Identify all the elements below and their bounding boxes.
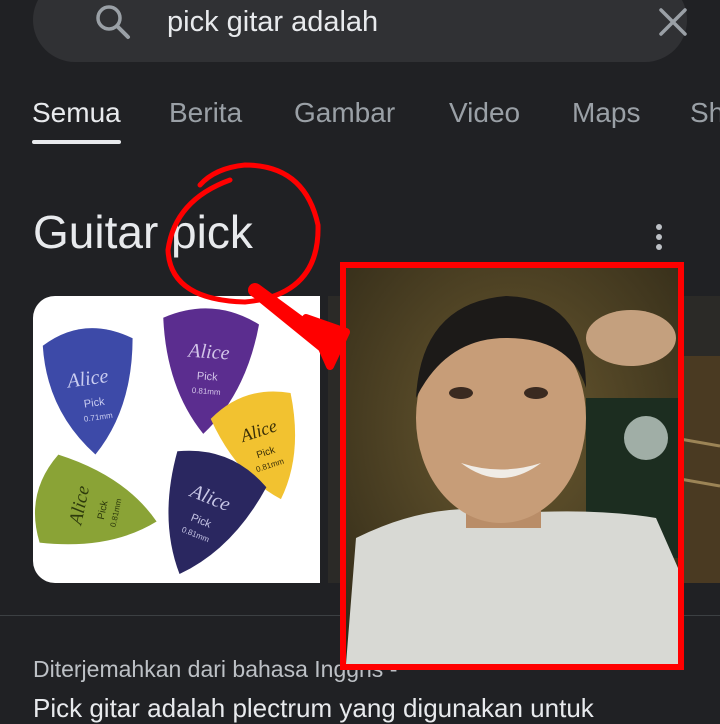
pick-brand: Alice [186,339,231,364]
knowledge-panel-title: Guitar pick [33,206,253,258]
tab-gambar[interactable]: Gambar [294,96,395,130]
guitar-picks-illustration: Alice Pick 0.71mm Alice Pick 0.81mm Alic… [34,308,296,575]
more-vert-icon[interactable] [652,222,666,252]
tab-maps[interactable]: Maps [572,96,640,130]
search-icon[interactable] [93,2,133,42]
tab-berita[interactable]: Berita [169,96,242,130]
pick-label: Pick [196,370,218,383]
close-icon[interactable] [657,6,689,38]
result-snippet: Pick gitar adalah plectrum yang digunaka… [33,693,594,723]
tab-shopping[interactable]: Sh [690,96,720,130]
search-tabs: Semua Berita Gambar Video Maps Sh [0,90,720,146]
tab-semua[interactable]: Semua [32,96,121,130]
search-input[interactable]: pick gitar adalah [167,4,378,40]
overlay-photo [340,262,684,670]
person-photo [346,268,678,664]
guitar-pick-image[interactable]: Alice Pick 0.71mm Alice Pick 0.81mm Alic… [33,296,320,583]
tab-video[interactable]: Video [449,96,520,130]
pick-blue [42,328,133,455]
active-tab-indicator [32,140,121,144]
search-bar[interactable]: pick gitar adalah [33,0,687,62]
